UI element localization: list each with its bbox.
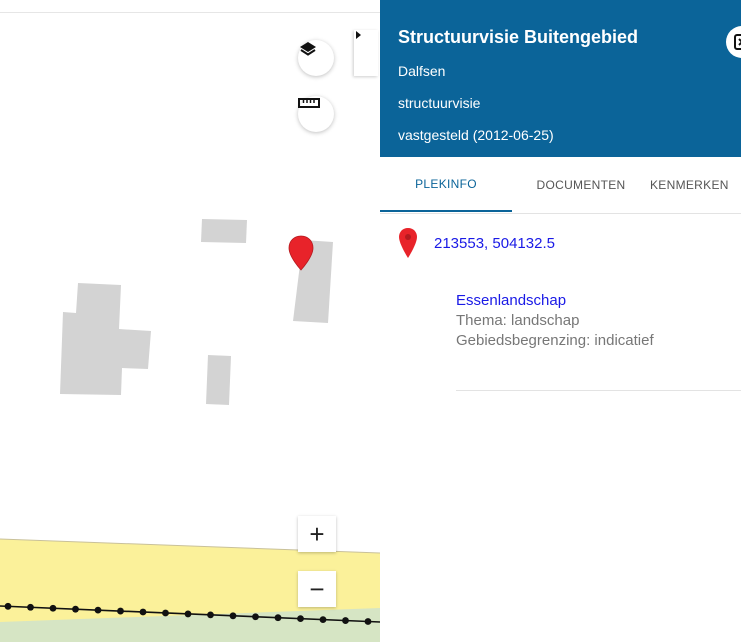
boundary-dot	[252, 613, 259, 621]
zoom-out-button[interactable]: −	[298, 571, 336, 607]
layers-button[interactable]	[298, 40, 334, 76]
building	[206, 355, 231, 405]
collapse-panel-button[interactable]	[354, 30, 378, 76]
feature-info: Essenlandschap Thema: landschap Gebiedsb…	[456, 291, 654, 351]
boundary-dot	[342, 617, 349, 624]
feature-name-link[interactable]: Essenlandschap	[456, 291, 654, 311]
tab-plekinfo[interactable]: PLEKINFO	[380, 157, 512, 212]
location-row: 213553, 504132.5	[398, 226, 555, 260]
municipality: Dalfsen	[398, 63, 446, 79]
feature-divider	[456, 390, 741, 391]
info-panel: Structuurvisie Buitengebied Dalfsen stru…	[380, 0, 741, 642]
boundary-dot	[94, 606, 102, 614]
boundary-dot	[319, 616, 327, 623]
layers-icon	[300, 42, 316, 56]
boundary-dot	[297, 615, 304, 623]
panel-tabs: PLEKINFO DOCUMENTEN KENMERKEN	[380, 157, 741, 214]
boundary-dot	[49, 604, 57, 612]
boundary-dot	[117, 607, 124, 615]
boundary-dot	[207, 611, 214, 619]
boundary-dot	[162, 609, 169, 617]
close-button[interactable]	[726, 26, 741, 58]
panel-header: Structuurvisie Buitengebied Dalfsen stru…	[380, 0, 741, 157]
measure-button[interactable]	[298, 96, 334, 132]
boundary-dot	[4, 602, 12, 610]
plan-status: vastgesteld (2012-06-25)	[398, 127, 554, 143]
map-view[interactable]: + −	[0, 13, 380, 642]
ruler-icon	[298, 98, 320, 108]
tab-documenten[interactable]: DOCUMENTEN	[512, 157, 650, 212]
boundary-dot	[364, 618, 372, 625]
building	[60, 283, 151, 395]
boundary-dot	[229, 612, 237, 620]
close-icon	[734, 34, 741, 50]
location-coordinates[interactable]: 213553, 504132.5	[434, 235, 555, 252]
plan-type: structuurvisie	[398, 95, 481, 111]
boundary-dot	[27, 603, 34, 611]
boundary-dot	[184, 610, 192, 618]
feature-theme: Thema: landschap	[456, 312, 580, 329]
boundary-dot	[274, 614, 282, 622]
map-marker-icon	[399, 228, 417, 258]
tab-kenmerken[interactable]: KENMERKEN	[650, 157, 741, 212]
feature-boundary: Gebiedsbegrenzing: indicatief	[456, 332, 654, 349]
zoom-in-button[interactable]: +	[298, 516, 336, 552]
boundary-dot	[72, 605, 79, 613]
boundary-dot	[139, 608, 147, 616]
caret-right-icon	[356, 31, 361, 39]
plan-title: Structuurvisie Buitengebied	[398, 27, 639, 47]
building	[201, 219, 247, 243]
